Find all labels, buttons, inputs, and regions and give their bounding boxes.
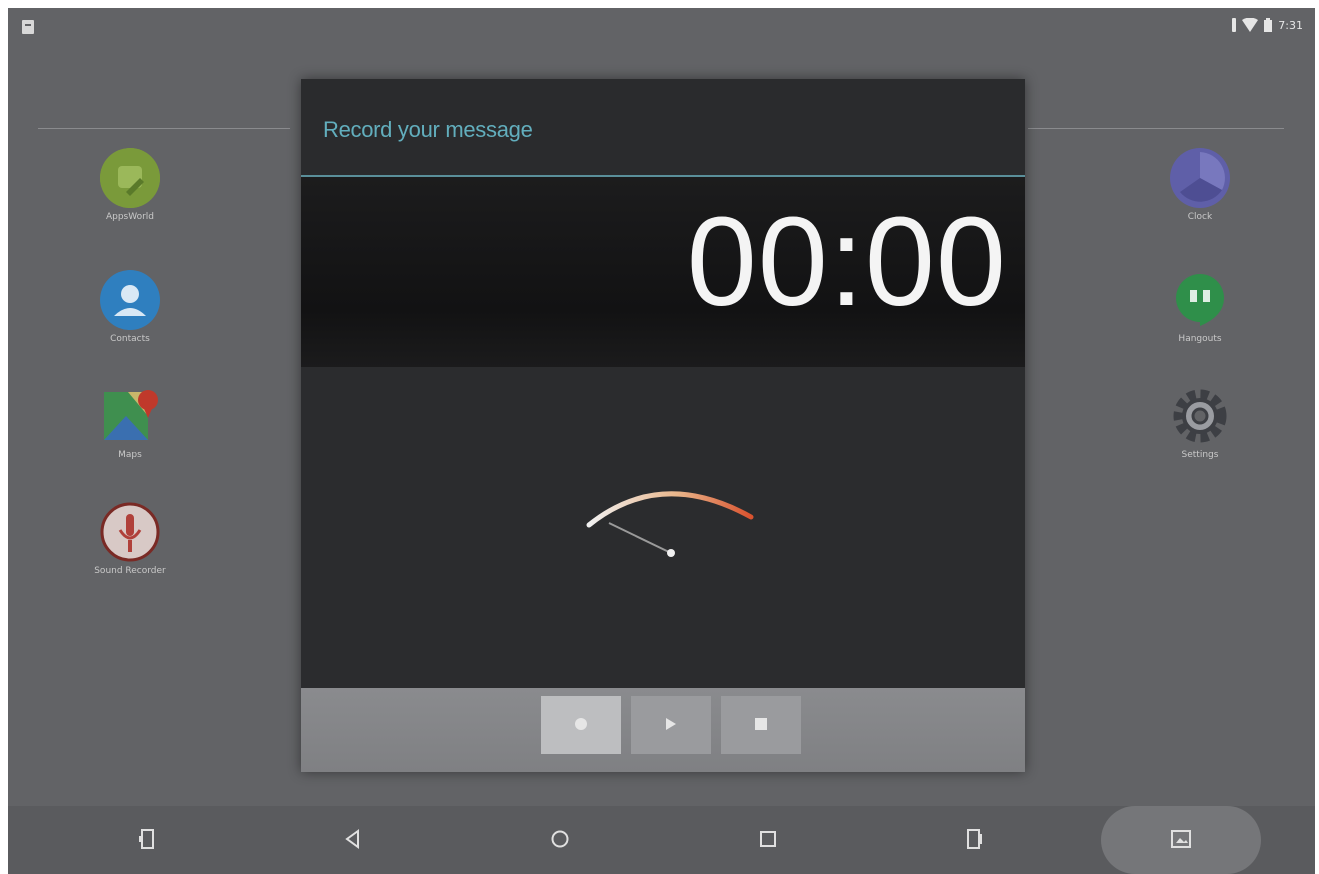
volume-down-icon: [139, 829, 154, 849]
level-meter-area: [301, 367, 1025, 687]
navigation-bar: [8, 806, 1315, 874]
android-home-screen: 7:31 AppsWorld Contacts Maps Sound Recor…: [8, 8, 1315, 874]
battery-icon: [1264, 18, 1273, 32]
home-divider-left: [38, 128, 290, 129]
volume-down-button[interactable]: [133, 824, 163, 854]
notification-icon: [22, 20, 34, 34]
record-dialog: Record your message 00:00: [301, 79, 1025, 772]
volume-up-icon: [967, 829, 982, 849]
elapsed-timer: 00:00: [686, 191, 1007, 332]
app-label: Settings: [1181, 450, 1219, 460]
contacts-icon: [100, 270, 160, 330]
app-contacts[interactable]: Contacts: [80, 270, 180, 344]
recents-button[interactable]: [753, 824, 783, 854]
status-icons: 7:31: [1232, 18, 1303, 32]
wifi-icon: [1242, 18, 1259, 32]
microphone-icon: [100, 502, 160, 562]
app-label: Maps: [118, 450, 142, 460]
status-bar: 7:31: [8, 8, 1315, 48]
app-hangouts[interactable]: Hangouts: [1150, 270, 1250, 344]
recents-icon: [760, 831, 776, 847]
record-button[interactable]: [541, 696, 621, 754]
app-label: Sound Recorder: [94, 566, 166, 576]
back-button[interactable]: [338, 824, 368, 854]
vu-meter-icon: [586, 491, 754, 557]
status-time: 7:31: [1278, 18, 1303, 32]
back-icon: [345, 829, 359, 849]
settings-icon: [1170, 386, 1230, 446]
stop-icon: [754, 716, 768, 735]
play-icon: [665, 716, 677, 735]
record-icon: [574, 716, 588, 735]
timer-panel: 00:00: [301, 177, 1025, 367]
app-appsworld[interactable]: AppsWorld: [80, 148, 180, 222]
app-settings[interactable]: Settings: [1150, 386, 1250, 460]
home-divider-right: [1028, 128, 1284, 129]
app-maps[interactable]: Maps: [80, 386, 180, 460]
app-clock[interactable]: Clock: [1150, 148, 1250, 222]
app-label: AppsWorld: [105, 212, 155, 222]
hangouts-icon: [1170, 270, 1230, 330]
app-label: Hangouts: [1178, 334, 1222, 344]
home-button[interactable]: [545, 824, 575, 854]
dialog-header: Record your message: [301, 79, 1025, 177]
stop-button[interactable]: [721, 696, 801, 754]
bluetooth-icon: [1232, 18, 1237, 32]
screenshot-icon: [1171, 830, 1191, 848]
maps-icon: [100, 386, 160, 446]
volume-up-button[interactable]: [960, 824, 990, 854]
dialog-title: Record your message: [323, 117, 533, 142]
home-icon: [551, 830, 569, 848]
clock-icon: [1170, 148, 1230, 208]
app-label: Contacts: [110, 334, 150, 344]
recorder-controls: [301, 688, 1025, 772]
play-button[interactable]: [631, 696, 711, 754]
app-sound-recorder[interactable]: Sound Recorder: [80, 502, 180, 576]
app-label: Clock: [1187, 212, 1213, 222]
android-app-icon: [100, 148, 160, 208]
screenshot-button[interactable]: [1166, 824, 1196, 854]
